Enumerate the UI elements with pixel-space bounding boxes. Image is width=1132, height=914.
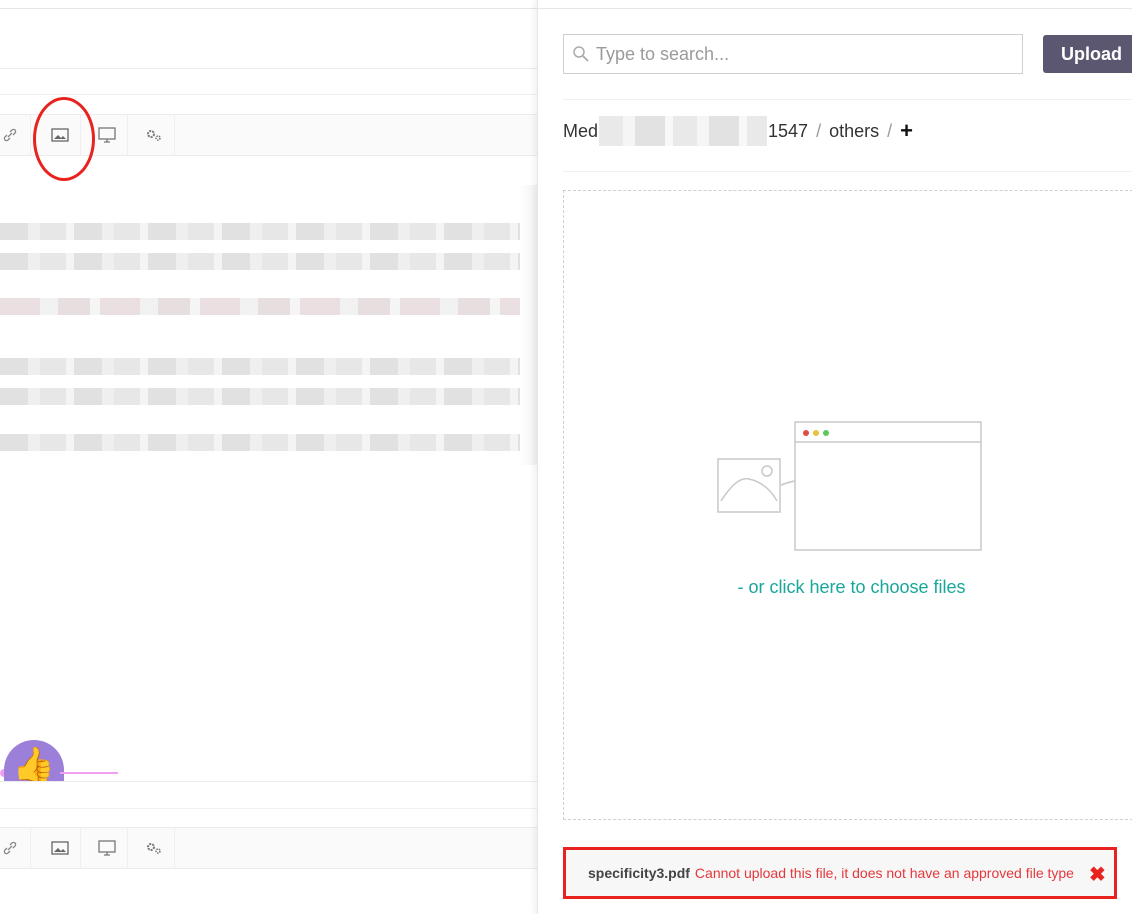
thumbs-up-icon: 👍 [12,746,56,782]
editor-toolbar-top [0,114,537,156]
decoration-line [60,772,118,774]
settings-button[interactable] [133,828,175,868]
search-placeholder: Type to search... [596,43,730,64]
redacted-text [0,388,537,405]
settings-button[interactable] [133,115,175,155]
redacted-edge [520,185,537,465]
divider [0,781,537,782]
link-button[interactable] [0,828,31,868]
gears-icon [146,843,161,854]
error-filename: specificity3.pdf [588,865,690,881]
divider [563,99,1132,100]
upload-illustration-icon [717,421,982,551]
breadcrumb-item-root[interactable]: Med [563,121,598,142]
divider [0,8,537,9]
breadcrumb-separator: / [816,120,822,141]
thumbs-up-avatar: 👍 [4,740,64,782]
redacted-breadcrumb [599,116,768,146]
link-icon [3,841,16,855]
choose-files-link[interactable]: - or click here to choose files [564,577,1132,598]
media-panel: Type to search... Upload Med 1547 / othe… [537,0,1132,914]
breadcrumb-item-folder[interactable]: 1547 [768,121,808,142]
upload-button[interactable]: Upload [1043,35,1132,73]
redacted-text [0,434,537,451]
editor-area: 👍 [0,0,537,914]
breadcrumb: Med 1547 / others / + [563,116,913,146]
search-icon [573,46,589,62]
image-icon [50,128,69,142]
redacted-text [0,298,537,315]
monitor-icon [97,840,116,856]
link-icon [3,128,16,142]
divider [0,68,537,69]
upload-error-message: specificity3.pdf Cannot upload this file… [563,847,1117,899]
image-icon [50,841,69,855]
divider [538,8,1132,9]
file-dropzone[interactable]: - or click here to choose files [563,190,1132,820]
insert-image-button[interactable] [39,115,81,155]
embed-media-button[interactable] [86,828,128,868]
redacted-text [0,358,537,375]
error-text: Cannot upload this file, it does not hav… [694,865,1074,881]
close-icon[interactable]: ✖ [1089,865,1106,885]
redacted-text [0,223,537,240]
insert-image-button[interactable] [39,828,81,868]
embed-media-button[interactable] [86,115,128,155]
editor-toolbar-bottom [0,827,537,869]
monitor-icon [97,127,116,143]
add-folder-button[interactable]: + [900,118,913,144]
breadcrumb-separator: / [887,120,893,141]
gears-icon [146,130,161,141]
search-input[interactable]: Type to search... [563,34,1023,74]
divider [563,171,1132,172]
link-button[interactable] [0,115,31,155]
divider [0,808,537,809]
redacted-text [0,253,520,270]
divider [0,94,537,95]
breadcrumb-item-others[interactable]: others [829,121,879,142]
